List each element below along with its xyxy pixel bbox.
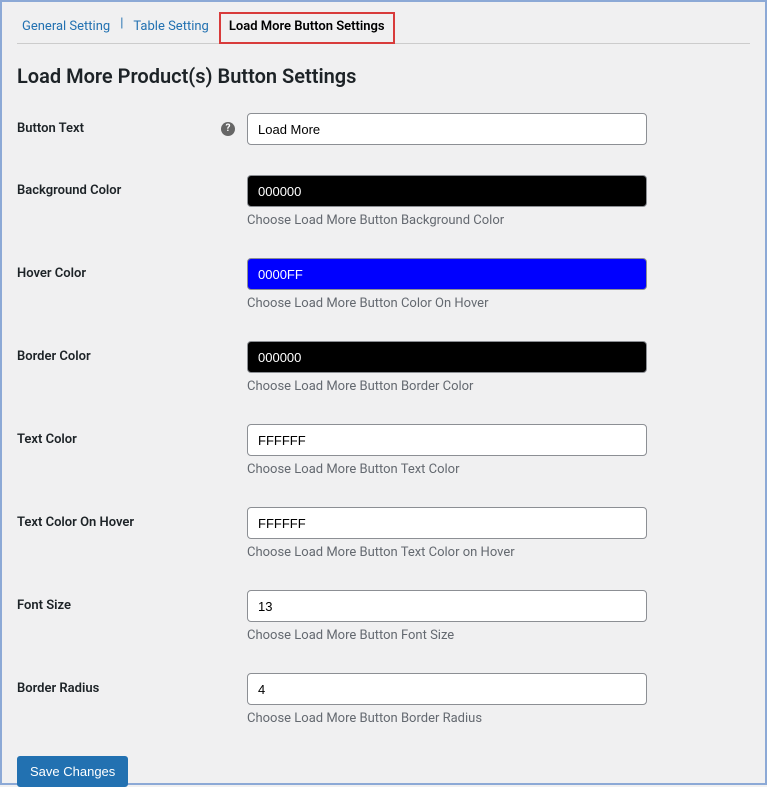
input-text-color[interactable] [247,424,647,456]
row-text-color: Text Color Choose Load More Button Text … [17,424,750,477]
desc-border-radius: Choose Load More Button Border Radius [247,711,750,726]
save-changes-button[interactable]: Save Changes [17,756,128,787]
desc-text-color: Choose Load More Button Text Color [247,462,750,477]
row-font-size: Font Size Choose Load More Button Font S… [17,590,750,643]
help-icon[interactable]: ? [221,122,235,136]
label-border-color: Border Color [17,341,247,364]
row-border-color: Border Color Choose Load More Button Bor… [17,341,750,394]
row-hover-color: Hover Color Choose Load More Button Colo… [17,258,750,311]
desc-hover-color: Choose Load More Button Color On Hover [247,296,750,311]
label-font-size: Font Size [17,590,247,613]
page-title: Load More Product(s) Button Settings [17,64,750,88]
label-border-radius: Border Radius [17,673,247,696]
label-background-color: Background Color [17,175,247,198]
input-hover-color[interactable] [247,258,647,290]
tab-general-setting[interactable]: General Setting [17,14,115,42]
label-text-color: Text Color [17,424,247,447]
desc-border-color: Choose Load More Button Border Color [247,379,750,394]
row-button-text: Button Text ? [17,113,750,145]
input-button-text[interactable] [247,113,647,145]
desc-font-size: Choose Load More Button Font Size [247,628,750,643]
row-text-color-hover: Text Color On Hover Choose Load More But… [17,507,750,560]
tab-table-setting[interactable]: Table Setting [128,14,213,42]
field-background-color: Choose Load More Button Background Color [247,175,750,228]
label-hover-color: Hover Color [17,258,247,281]
label-button-text-text: Button Text [17,121,84,136]
label-text-color-hover: Text Color On Hover [17,507,247,530]
label-button-text: Button Text ? [17,113,247,136]
input-text-color-hover[interactable] [247,507,647,539]
row-border-radius: Border Radius Choose Load More Button Bo… [17,673,750,726]
field-hover-color: Choose Load More Button Color On Hover [247,258,750,311]
field-border-color: Choose Load More Button Border Color [247,341,750,394]
settings-tabs: General Setting | Table Setting Load Mor… [17,12,750,44]
tab-separator: | [120,16,123,39]
row-background-color: Background Color Choose Load More Button… [17,175,750,228]
field-font-size: Choose Load More Button Font Size [247,590,750,643]
field-text-color-hover: Choose Load More Button Text Color on Ho… [247,507,750,560]
input-border-radius[interactable] [247,673,647,705]
input-font-size[interactable] [247,590,647,622]
input-border-color[interactable] [247,341,647,373]
field-button-text [247,113,750,145]
input-background-color[interactable] [247,175,647,207]
desc-background-color: Choose Load More Button Background Color [247,213,750,228]
field-border-radius: Choose Load More Button Border Radius [247,673,750,726]
field-text-color: Choose Load More Button Text Color [247,424,750,477]
desc-text-color-hover: Choose Load More Button Text Color on Ho… [247,545,750,560]
tab-load-more-settings[interactable]: Load More Button Settings [219,12,395,44]
